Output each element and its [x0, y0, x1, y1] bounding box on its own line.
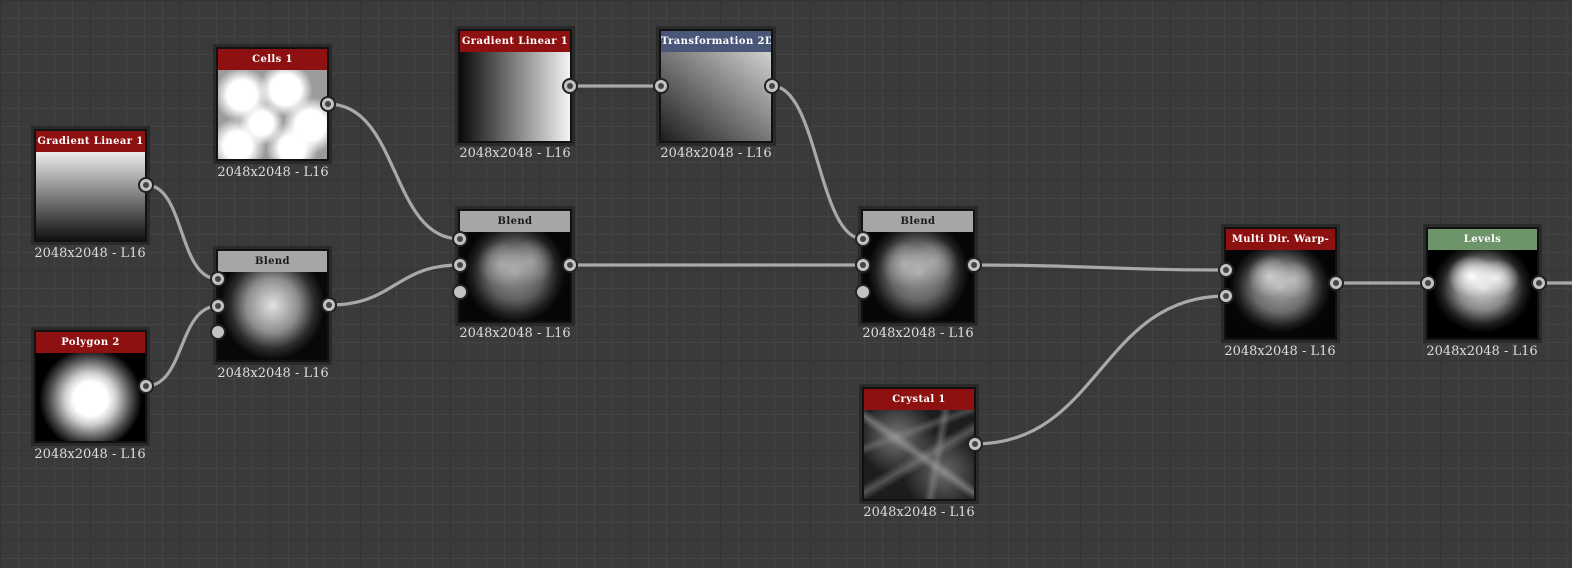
output-port[interactable]: [966, 257, 982, 273]
wire-transformation-to-blend-c: [770, 84, 865, 241]
output-port[interactable]: [321, 297, 337, 313]
wire-crystal-to-warp: [973, 294, 1228, 446]
output-port[interactable]: [764, 78, 780, 94]
node-thumbnail: [1428, 250, 1537, 338]
wire-gradient-to-blend-a: [144, 183, 220, 281]
node-title: Blend: [218, 251, 327, 272]
input-port-background[interactable]: [210, 298, 226, 314]
node-polygon-2[interactable]: Polygon 2: [31, 327, 150, 446]
node-title: Cells 1: [218, 49, 327, 70]
node-title: Multi Dir. Warp-: [1226, 229, 1335, 250]
node-blend-a[interactable]: Blend: [213, 246, 332, 365]
node-caption: 2048x2048 - L16: [217, 366, 329, 381]
node-title: Blend: [863, 211, 973, 232]
node-thumbnail: [864, 410, 974, 499]
output-port[interactable]: [562, 78, 578, 94]
node-title: Transformation 2D: [661, 31, 771, 52]
node-title: Levels: [1428, 229, 1537, 250]
node-blend-c[interactable]: Blend: [858, 206, 978, 326]
node-title: Crystal 1: [864, 389, 974, 410]
node-caption: 2048x2048 - L16: [217, 165, 329, 180]
node-blend-b[interactable]: Blend: [455, 206, 575, 326]
node-cells-1[interactable]: Cells 1: [213, 44, 332, 164]
input-port-mask[interactable]: [855, 284, 871, 300]
input-port[interactable]: [1218, 262, 1234, 278]
node-thumbnail: [36, 353, 145, 441]
node-thumbnail: [460, 232, 570, 321]
input-port-foreground[interactable]: [210, 271, 226, 287]
output-port[interactable]: [1328, 275, 1344, 291]
node-caption: 2048x2048 - L16: [459, 146, 571, 161]
output-port[interactable]: [967, 436, 983, 452]
input-port[interactable]: [653, 78, 669, 94]
input-port-background[interactable]: [452, 257, 468, 273]
node-caption: 2048x2048 - L16: [459, 326, 571, 341]
output-port[interactable]: [138, 177, 154, 193]
node-multi-dir-warp[interactable]: Multi Dir. Warp-: [1221, 224, 1340, 343]
node-thumbnail: [1226, 250, 1335, 338]
input-port-mask[interactable]: [210, 324, 226, 340]
node-caption: 2048x2048 - L16: [660, 146, 772, 161]
node-title: Gradient Linear 1: [460, 31, 570, 52]
node-gradient-linear-top[interactable]: Gradient Linear 1: [455, 26, 575, 146]
node-thumbnail: [863, 232, 973, 321]
wire-cells-to-blend-b: [326, 102, 462, 241]
input-port-foreground[interactable]: [855, 231, 871, 247]
input-port-intensity[interactable]: [1218, 288, 1234, 304]
input-port-background[interactable]: [855, 257, 871, 273]
node-thumbnail: [218, 70, 327, 159]
input-port-foreground[interactable]: [452, 231, 468, 247]
node-thumbnail: [460, 52, 570, 141]
input-port-mask[interactable]: [452, 284, 468, 300]
node-caption: 2048x2048 - L16: [862, 326, 974, 341]
node-title: Polygon 2: [36, 332, 145, 353]
node-caption: 2048x2048 - L16: [1224, 344, 1336, 359]
node-thumbnail: [36, 152, 145, 240]
node-gradient-linear-left[interactable]: Gradient Linear 1: [31, 126, 150, 245]
wire-blend-a-to-blend-b: [327, 263, 462, 307]
output-port[interactable]: [1531, 275, 1547, 291]
node-caption: 2048x2048 - L16: [34, 246, 146, 261]
wire-blend-c-to-warp: [972, 263, 1228, 272]
output-port[interactable]: [138, 378, 154, 394]
node-crystal-1[interactable]: Crystal 1: [859, 384, 979, 504]
node-caption: 2048x2048 - L16: [863, 505, 975, 520]
wire-polygon-to-blend-a: [144, 304, 220, 388]
output-port[interactable]: [562, 257, 578, 273]
node-title: Blend: [460, 211, 570, 232]
output-port[interactable]: [320, 96, 336, 112]
node-thumbnail: [661, 52, 771, 141]
node-caption: 2048x2048 - L16: [34, 447, 146, 462]
input-port[interactable]: [1420, 275, 1436, 291]
node-thumbnail: [218, 272, 327, 360]
node-caption: 2048x2048 - L16: [1426, 344, 1538, 359]
node-title: Gradient Linear 1: [36, 131, 145, 152]
node-transformation-2d[interactable]: Transformation 2D: [656, 26, 776, 146]
node-levels[interactable]: Levels: [1423, 224, 1542, 343]
